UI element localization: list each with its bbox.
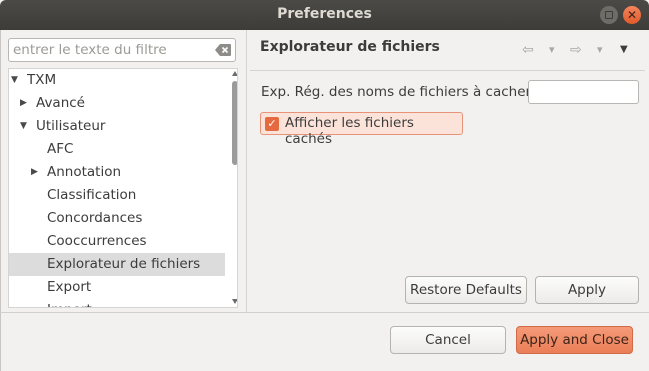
show-hidden-files-checkbox[interactable]: ✓ [265,117,279,131]
view-menu-icon[interactable]: ▼ [620,42,628,58]
tree-item-label: Explorateur de fichiers [47,256,201,272]
tree-item-label: Annotation [47,164,122,180]
window-left-border [0,30,1,371]
pane-divider[interactable] [246,30,247,312]
show-hidden-files-checkbox-row[interactable]: ✓ Afficher les fichiers cachés [260,112,463,147]
hidden-files-regex-label: Exp. Rég. des noms de fichiers à cacher [261,84,532,100]
collapsed-arrow-icon[interactable]: ▶ [31,161,38,184]
tree-item-label: Classification [47,187,137,203]
filter-input[interactable] [13,41,208,59]
tree-item-label: Cooccurrences [47,233,147,249]
tree-item-txm[interactable]: ▼ TXM [9,69,225,92]
title-bar: Preferences ✕ [0,0,649,30]
tree-item-cooccurrences[interactable]: Cooccurrences [9,230,225,253]
tree-scrollbar[interactable] [232,69,237,307]
tree-item-label: AFC [47,141,74,157]
page-nav-bar: ⇦ ▾ ⇨ ▾ ▼ [522,42,634,58]
restore-defaults-button[interactable]: Restore Defaults [405,276,527,304]
tree-item-label: Concordances [47,210,143,226]
tree-item-import[interactable]: Import [9,299,225,307]
tree-item-label: Export [47,279,92,295]
header-separator [250,70,645,71]
tree-item-label: Utilisateur [36,118,106,134]
tree-item-label: Avancé [36,95,85,111]
expanded-arrow-icon[interactable]: ▼ [20,115,27,138]
forward-menu-chevron-icon[interactable]: ▾ [597,42,603,58]
back-arrow-icon[interactable]: ⇦ [522,42,534,58]
apply-button[interactable]: Apply [535,276,639,304]
preference-tree: ▼ TXM ▶ Avancé ▼ Utilisateur AFC ▶ Annot… [8,68,238,308]
restore-window-button[interactable] [600,6,618,24]
back-menu-chevron-icon[interactable]: ▾ [549,42,555,58]
cancel-button[interactable]: Cancel [390,326,506,354]
footer-separator [0,312,649,313]
tree-item-concordances[interactable]: Concordances [9,207,225,230]
tree-item-utilisateur[interactable]: ▼ Utilisateur [9,115,225,138]
show-hidden-files-label: Afficher les fichiers cachés [285,115,414,147]
tree-item-explorateur-de-fichiers[interactable]: Explorateur de fichiers [9,253,225,276]
apply-and-close-button[interactable]: Apply and Close [516,326,633,354]
expanded-arrow-icon[interactable]: ▼ [11,69,18,92]
tree-item-export[interactable]: Export [9,276,225,299]
clear-filter-icon[interactable] [215,44,231,56]
scroll-down-arrow-icon[interactable] [232,299,237,304]
tree-item-afc[interactable]: AFC [9,138,225,161]
tree-item-classification[interactable]: Classification [9,184,225,207]
collapsed-arrow-icon[interactable]: ▶ [20,92,27,115]
filter-box [8,38,236,62]
hidden-files-regex-input[interactable] [528,80,639,104]
close-window-button[interactable]: ✕ [623,6,641,24]
scrollbar-thumb[interactable] [232,81,237,165]
page-title: Explorateur de fichiers [260,39,440,55]
window-title: Preferences [277,6,372,22]
tree-item-avance[interactable]: ▶ Avancé [9,92,225,115]
tree-item-label: Import [47,299,92,307]
tree-item-annotation[interactable]: ▶ Annotation [9,161,225,184]
scroll-up-arrow-icon[interactable] [232,71,237,76]
tree-item-label: TXM [27,72,57,88]
forward-arrow-icon[interactable]: ⇨ [570,42,582,58]
